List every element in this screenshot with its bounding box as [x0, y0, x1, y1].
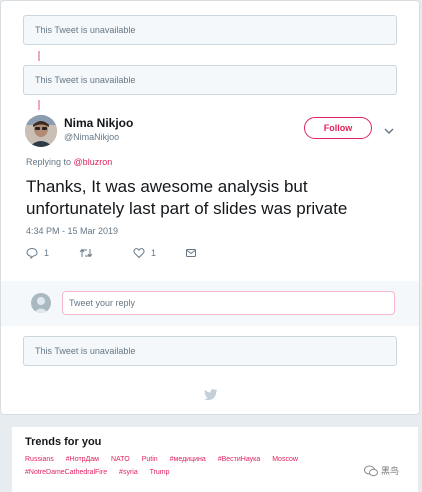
author-handle[interactable]: @NimaNikjoo	[64, 132, 119, 142]
tweet-text: Thanks, It was awesome analysis but unfo…	[26, 177, 348, 218]
trends-title: Trends for you	[25, 436, 102, 448]
author-photo	[25, 115, 57, 147]
author-avatar[interactable]	[25, 115, 57, 147]
retweet-action[interactable]	[79, 247, 93, 259]
trend-item[interactable]: #NotreDameCathedralFire	[25, 469, 107, 476]
like-count: 1	[151, 248, 157, 258]
tweet-actions: 1 1	[26, 247, 226, 263]
trend-item[interactable]: Trump	[150, 469, 170, 476]
follow-button[interactable]: Follow	[304, 117, 372, 139]
wechat-icon	[364, 465, 378, 476]
direct-message-icon	[186, 249, 196, 257]
trends-row: #NotreDameCathedralFire #syria Trump	[25, 469, 180, 476]
trend-item[interactable]: Moscow	[272, 456, 298, 463]
twitter-bird-icon	[204, 388, 218, 406]
trend-item[interactable]: #ВестиНаука	[218, 456, 261, 463]
watermark-text: 黑鸟	[381, 466, 400, 476]
reply-action[interactable]: 1	[26, 247, 49, 259]
direct-message-action[interactable]	[185, 247, 197, 259]
trend-item[interactable]: #syria	[119, 469, 138, 476]
reply-count: 1	[44, 248, 50, 258]
unavailable-tweet-notice: This Tweet is unavailable	[23, 15, 397, 45]
tweet-conversation-card: This Tweet is unavailable This Tweet is …	[0, 0, 420, 415]
unavailable-tweet-notice: This Tweet is unavailable	[23, 336, 397, 366]
chevron-down-icon[interactable]	[384, 122, 394, 140]
like-icon	[133, 248, 145, 259]
trend-item[interactable]: #НотрДам	[66, 456, 99, 463]
like-action[interactable]: 1	[133, 247, 156, 259]
replying-to-label: Replying to	[26, 157, 72, 167]
replying-to-mention[interactable]: @bluzron	[74, 157, 113, 167]
trends-panel: Trends for you Russians #НотрДам NATO Pu…	[12, 426, 418, 492]
author-name[interactable]: Nima Nikjoo	[64, 116, 133, 130]
unavailable-tweet-notice: This Tweet is unavailable	[23, 65, 397, 95]
trend-item[interactable]: #медицина	[170, 456, 206, 463]
thread-connector	[38, 100, 40, 110]
thread-connector	[38, 51, 40, 61]
retweet-icon	[79, 248, 93, 258]
trend-item[interactable]: Putin	[142, 456, 158, 463]
tweet-timestamp[interactable]: 4:34 PM - 15 Mar 2019	[26, 226, 118, 236]
trend-item[interactable]: NATO	[111, 456, 130, 463]
reply-input[interactable]: Tweet your reply	[62, 291, 395, 315]
replying-to: Replying to @bluzron	[26, 157, 112, 167]
trends-row: Russians #НотрДам NATO Putin #медицина #…	[25, 456, 308, 463]
reply-icon	[26, 247, 38, 259]
trend-item[interactable]: Russians	[25, 456, 54, 463]
current-user-avatar	[31, 293, 51, 313]
watermark: 黑鸟	[364, 464, 399, 477]
